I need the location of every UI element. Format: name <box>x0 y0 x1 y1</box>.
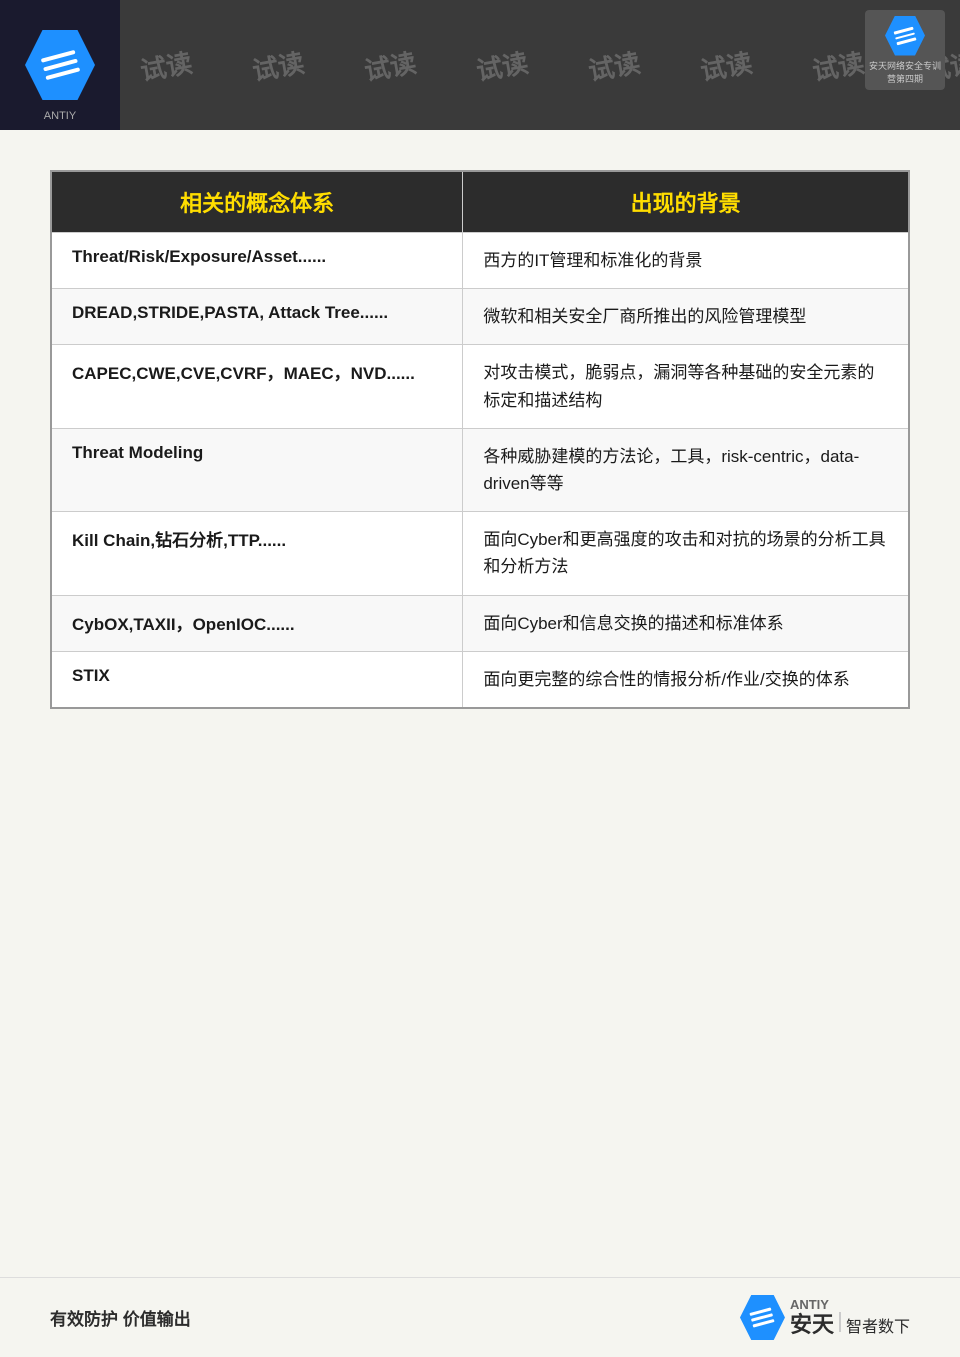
logo-hexagon <box>25 30 95 100</box>
table-row: Kill Chain,钻石分析,TTP......面向Cyber和更高强度的攻击… <box>51 512 909 595</box>
main-content: 相关的概念体系 出现的背景 Threat/Risk/Exposure/Asset… <box>0 130 960 1357</box>
cell-background: 面向更完整的综合性的情报分析/作业/交换的体系 <box>463 651 909 708</box>
cell-background: 面向Cyber和更高强度的攻击和对抗的场景的分析工具和分析方法 <box>463 512 909 595</box>
cell-concept: CAPEC,CWE,CVE,CVRF，MAEC，NVD...... <box>51 345 463 428</box>
cell-concept: Threat Modeling <box>51 428 463 511</box>
footer-brand: ANTIY 安天 智者数下 <box>740 1295 910 1340</box>
table-row: CAPEC,CWE,CVE,CVRF，MAEC，NVD......对攻击模式，脆… <box>51 345 909 428</box>
page-header: ANTIY 试读 试读 试读 试读 试读 试读 试读 试读 试读 <box>0 0 960 130</box>
footer-antiy-label: ANTIY <box>790 1297 910 1313</box>
cell-background: 面向Cyber和信息交换的描述和标准体系 <box>463 595 909 651</box>
cell-concept: STIX <box>51 651 463 708</box>
concept-table: 相关的概念体系 出现的背景 Threat/Risk/Exposure/Asset… <box>50 170 910 709</box>
cell-concept: Threat/Risk/Exposure/Asset...... <box>51 233 463 289</box>
logo-area: ANTIY <box>0 0 120 130</box>
page-footer: 有效防护 价值输出 ANTIY 安天 智者数下 <box>0 1277 960 1357</box>
table-row: STIX面向更完整的综合性的情报分析/作业/交换的体系 <box>51 651 909 708</box>
cell-background: 对攻击模式，脆弱点，漏洞等各种基础的安全元素的标定和描述结构 <box>463 345 909 428</box>
cell-background: 各种威胁建模的方法论，工具，risk-centric，data-driven等等 <box>463 428 909 511</box>
table-row: Threat Modeling各种威胁建模的方法论，工具，risk-centri… <box>51 428 909 511</box>
table-row: Threat/Risk/Exposure/Asset......西方的IT管理和… <box>51 233 909 289</box>
cell-concept: CybOX,TAXII，OpenIOC...... <box>51 595 463 651</box>
table-row: DREAD,STRIDE,PASTA, Attack Tree......微软和… <box>51 289 909 345</box>
brand-subtitle: 安天网络安全专训营第四期 <box>865 59 945 85</box>
col2-header: 出现的背景 <box>463 171 909 233</box>
cell-background: 微软和相关安全厂商所推出的风险管理模型 <box>463 289 909 345</box>
header-watermarks: 试读 试读 试读 试读 试读 试读 试读 试读 试读 <box>120 0 960 130</box>
cell-background: 西方的IT管理和标准化的背景 <box>463 233 909 289</box>
footer-logo-icon <box>740 1295 785 1340</box>
footer-tagline: 有效防护 价值输出 <box>50 1305 191 1330</box>
footer-brand-sub: 智者数下 <box>846 1318 910 1337</box>
cell-concept: Kill Chain,钻石分析,TTP...... <box>51 512 463 595</box>
header-brand: 安天网络安全专训营第四期 <box>865 10 945 90</box>
cell-concept: DREAD,STRIDE,PASTA, Attack Tree...... <box>51 289 463 345</box>
logo-label: ANTIY <box>44 110 76 122</box>
col1-header: 相关的概念体系 <box>51 171 463 233</box>
footer-brand-name: 安天 <box>790 1312 834 1338</box>
table-row: CybOX,TAXII，OpenIOC......面向Cyber和信息交换的描述… <box>51 595 909 651</box>
